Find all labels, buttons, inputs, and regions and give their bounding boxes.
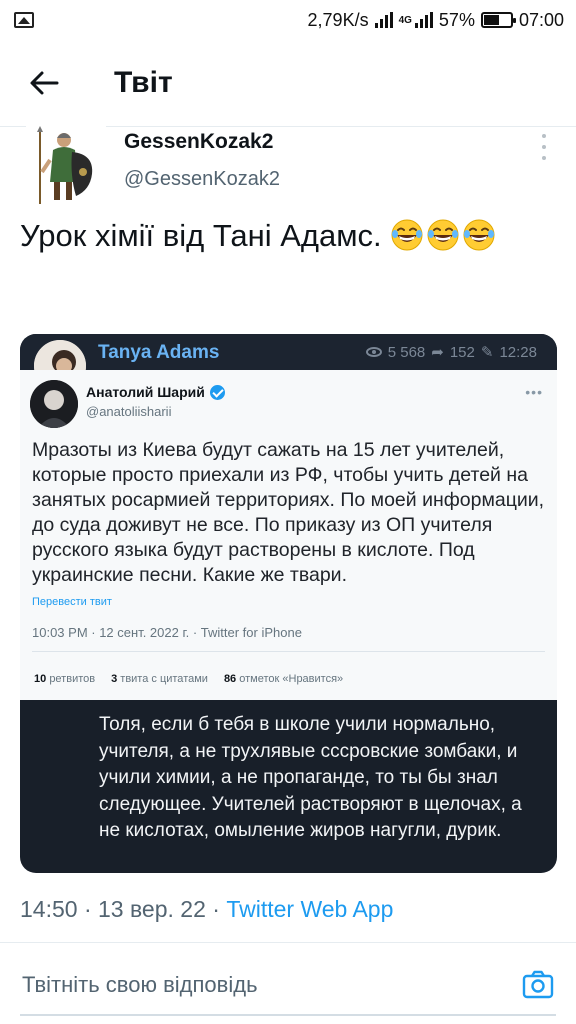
more-options-icon[interactable] <box>536 134 552 160</box>
embedded-divider <box>32 651 545 652</box>
embedded-author-name: Анатолий Шарий <box>86 384 225 400</box>
post-time: 12:28 <box>499 343 537 361</box>
app-bar: Твіт <box>0 40 576 126</box>
author-handle[interactable]: @GessenKozak2 <box>124 168 280 191</box>
tweet-timestamp: 14:50 · 13 вер. 22 · Twitter Web App <box>20 896 393 923</box>
battery-percent: 57% <box>438 9 475 30</box>
grinning-face-with-tears-icon <box>462 218 496 252</box>
retweets-stat: 10 ретвитов <box>34 673 96 685</box>
embedded-handle: @anatoliisharii <box>86 404 172 419</box>
share-arrow-icon: ➦ <box>431 344 444 361</box>
tweet-text: Урок хімії від Тані Адамс. <box>20 214 560 258</box>
reply-composer: Твітніть свою відповідь <box>0 944 576 1024</box>
signal-icon <box>374 12 393 28</box>
telegram-post-text: Толя, если б тебя в школе учили нормальн… <box>99 714 522 841</box>
tweet-text-content: Урок хімії від Тані Адамс. <box>20 218 382 253</box>
quotes-stat: 3 твита с цитатами <box>111 673 208 685</box>
author-name[interactable]: GessenKozak2 <box>124 130 273 154</box>
channel-name: Tanya Adams <box>98 342 220 363</box>
embedded-more-icon: ••• <box>525 384 543 400</box>
shares-count: 152 <box>449 343 475 361</box>
tweet-emoji-group <box>390 218 498 253</box>
image-notification-icon <box>14 12 34 28</box>
status-bar: 2,79K/s 4G 57% 07:00 <box>0 0 576 40</box>
embedded-time: 10:03 PM · 12 сент. 2022 г. · Twitter fo… <box>32 625 302 640</box>
tweet-media-image[interactable]: Tanya Adams 5 568 ➦ 152 ✎ 12:28 Анатолий… <box>20 334 557 873</box>
camera-icon[interactable] <box>522 968 554 1000</box>
post-meta: 5 568 ➦ 152 ✎ 12:28 <box>365 343 537 361</box>
net-speed: 2,79K/s <box>307 9 369 30</box>
network-type: 4G <box>398 14 412 26</box>
embedded-stats: 10 ретвитов 3 твита с цитатами 86 отмето… <box>34 673 343 685</box>
reply-input-underline <box>20 1014 556 1016</box>
timestamp-divider <box>0 942 576 943</box>
embedded-tweet-screenshot: Анатолий Шарий @anatoliisharii ••• Мразо… <box>20 370 557 700</box>
views-count: 5 568 <box>387 343 426 361</box>
reply-input[interactable]: Твітніть свою відповідь <box>22 972 258 998</box>
verified-badge-icon <box>209 384 225 400</box>
edited-pencil-icon: ✎ <box>480 344 494 361</box>
author-avatar[interactable] <box>26 126 106 206</box>
embedded-tweet-body: Мразоты из Киева будут сажать на 15 лет … <box>32 439 545 586</box>
tweet-source-link[interactable]: Twitter Web App <box>226 896 393 922</box>
back-arrow-icon[interactable] <box>24 63 64 103</box>
embedded-name-text: Анатолий Шарий <box>86 384 205 400</box>
views-eye-icon <box>365 347 382 357</box>
grinning-face-with-tears-icon <box>390 218 424 252</box>
tweet-datetime: 14:50 · 13 вер. 22 · <box>20 896 227 922</box>
battery-icon <box>480 12 516 28</box>
embedded-translate-link: Перевести твит <box>32 596 112 608</box>
clock: 07:00 <box>518 9 564 30</box>
likes-stat: 86 отметок «Нравится» <box>223 673 344 685</box>
embedded-avatar <box>30 380 78 428</box>
tweet-author: GessenKozak2 @GessenKozak2 <box>0 124 576 206</box>
signal-icon-2 <box>414 12 433 28</box>
grinning-face-with-tears-icon <box>426 218 460 252</box>
page-title: Твіт <box>114 66 173 99</box>
